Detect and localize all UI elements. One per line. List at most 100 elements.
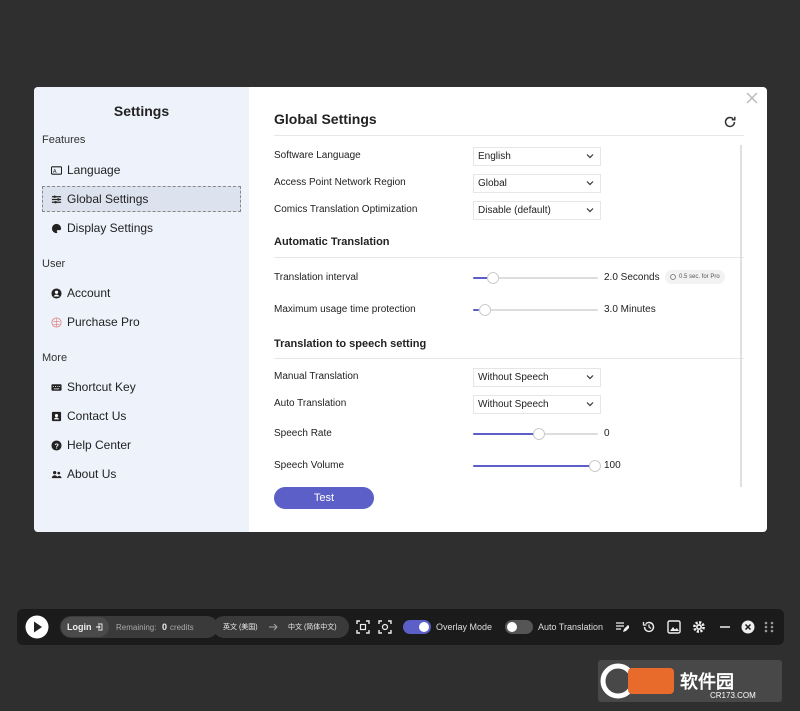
speech-volume-value: 100: [604, 460, 621, 471]
select-value: Disable (default): [478, 205, 551, 216]
page-title: Global Settings: [274, 111, 377, 127]
user-icon: [51, 287, 62, 299]
login-label: Login: [67, 622, 92, 632]
overlay-mode-label: Overlay Mode: [436, 622, 493, 632]
toggle-knob: [507, 622, 517, 632]
diamond-icon: [51, 316, 62, 328]
sidebar-item-shortcut-key[interactable]: Shortcut Key: [42, 374, 241, 400]
select-value: Without Speech: [478, 372, 549, 383]
software-language-label: Software Language: [274, 150, 361, 161]
watermark-text: 软件园: [680, 671, 734, 693]
slider-knob[interactable]: [479, 304, 492, 316]
history-icon[interactable]: [642, 620, 656, 634]
comics-optimization-label: Comics Translation Optimization: [274, 204, 418, 215]
section-user: User: [42, 258, 66, 270]
sidebar-item-label: Contact Us: [67, 409, 127, 423]
arrow-right-icon: [269, 623, 278, 631]
users-icon: [51, 470, 62, 478]
capture-fullscreen-icon[interactable]: [378, 620, 392, 634]
gear-icon[interactable]: [692, 620, 706, 634]
speech-rate-slider[interactable]: [473, 428, 598, 440]
auto-translation-select[interactable]: Without Speech: [473, 395, 601, 414]
speech-setting-title: Translation to speech setting: [274, 338, 427, 350]
edit-text-icon[interactable]: [615, 620, 629, 634]
sidebar-item-display-settings[interactable]: Display Settings: [42, 215, 241, 241]
network-region-label: Access Point Network Region: [274, 177, 406, 188]
section-features: Features: [42, 134, 86, 146]
login-button[interactable]: Login: [61, 617, 109, 637]
speech-volume-label: Speech Volume: [274, 460, 345, 471]
contact-icon: [51, 411, 62, 421]
palette-icon: [51, 223, 62, 233]
sidebar-item-label: About Us: [67, 467, 117, 481]
translation-interval-label: Translation interval: [274, 272, 359, 283]
sidebar-item-account[interactable]: Account: [42, 280, 241, 306]
remaining-label: Remaining:: [116, 622, 157, 632]
network-region-select[interactable]: Global: [473, 174, 601, 193]
sidebar-item-about-us[interactable]: About Us: [42, 461, 241, 487]
scrollbar[interactable]: [740, 145, 742, 487]
slider-fill: [473, 465, 595, 467]
slider-knob[interactable]: [533, 428, 545, 440]
remaining-count: 0: [162, 622, 168, 632]
help-icon: ?: [51, 439, 62, 451]
sidebar-item-label: Global Settings: [67, 192, 149, 206]
auto-translation-toggle[interactable]: [505, 620, 533, 634]
divider: [274, 257, 744, 258]
sidebar-item-contact-us[interactable]: Contact Us: [42, 403, 241, 429]
sidebar-item-purchase-pro[interactable]: Purchase Pro: [42, 309, 241, 335]
sidebar-item-global-settings[interactable]: Global Settings: [42, 186, 241, 212]
sidebar-item-label: Purchase Pro: [67, 315, 140, 329]
sidebar-item-label: Shortcut Key: [67, 380, 136, 394]
source-language[interactable]: 英文 (美国): [223, 609, 258, 645]
svg-text:?: ?: [54, 441, 59, 450]
target-language[interactable]: 中文 (简体中文): [288, 609, 337, 645]
select-value: English: [478, 151, 511, 162]
watermark-logo: 软件园 CR173.COM: [598, 660, 782, 702]
pro-hint-badge: 0.5 sec. for Pro: [665, 270, 725, 284]
clock-icon: [670, 274, 676, 280]
comics-optimization-select[interactable]: Disable (default): [473, 201, 601, 220]
overlay-mode-toggle[interactable]: [403, 620, 431, 634]
speech-rate-value: 0: [604, 428, 610, 439]
capture-region-icon[interactable]: [356, 620, 370, 634]
test-button[interactable]: Test: [274, 487, 374, 509]
chevron-down-icon: [586, 208, 594, 213]
slider-fill: [473, 433, 538, 435]
translation-interval-value: 2.0 Seconds: [604, 272, 660, 283]
max-usage-slider[interactable]: [473, 304, 598, 316]
sidebar-item-help-center[interactable]: ? Help Center: [42, 432, 241, 458]
sidebar-item-language[interactable]: A Language: [42, 157, 241, 183]
select-value: Global: [478, 178, 507, 189]
max-usage-label: Maximum usage time protection: [274, 304, 416, 315]
slider-knob[interactable]: [486, 272, 499, 284]
close-icon[interactable]: [746, 92, 758, 104]
image-icon[interactable]: [667, 620, 681, 634]
chevron-down-icon: [586, 402, 594, 407]
language-icon: A: [51, 165, 62, 174]
section-more: More: [42, 352, 68, 364]
auto-translation-label: Auto Translation: [274, 398, 347, 409]
floating-toolbar: Login Remaining: 0 credits 英文 (美国) 中文 (简…: [17, 609, 784, 645]
divider: [274, 358, 744, 359]
refresh-icon[interactable]: [723, 115, 737, 129]
credits-label: credits: [170, 622, 194, 632]
play-icon[interactable]: [25, 615, 49, 639]
minimize-icon[interactable]: [718, 620, 732, 634]
speech-volume-slider[interactable]: [473, 460, 602, 472]
main-panel: Global Settings Software Language Englis…: [249, 87, 767, 532]
translation-interval-slider[interactable]: [473, 272, 598, 284]
chevron-down-icon: [586, 154, 594, 159]
manual-translation-select[interactable]: Without Speech: [473, 368, 601, 387]
auto-translation-label: Auto Translation: [538, 622, 604, 632]
drag-handle-icon[interactable]: [763, 620, 775, 634]
chevron-down-icon: [586, 375, 594, 380]
slider-knob[interactable]: [589, 460, 602, 472]
max-usage-value: 3.0 Minutes: [604, 304, 656, 315]
manual-translation-label: Manual Translation: [274, 371, 359, 382]
software-language-select[interactable]: English: [473, 147, 601, 166]
sidebar: Settings Features A Language Global Sett…: [34, 87, 249, 532]
sidebar-item-label: Language: [67, 163, 121, 177]
divider: [274, 135, 744, 136]
close-circle-icon[interactable]: [741, 620, 755, 634]
